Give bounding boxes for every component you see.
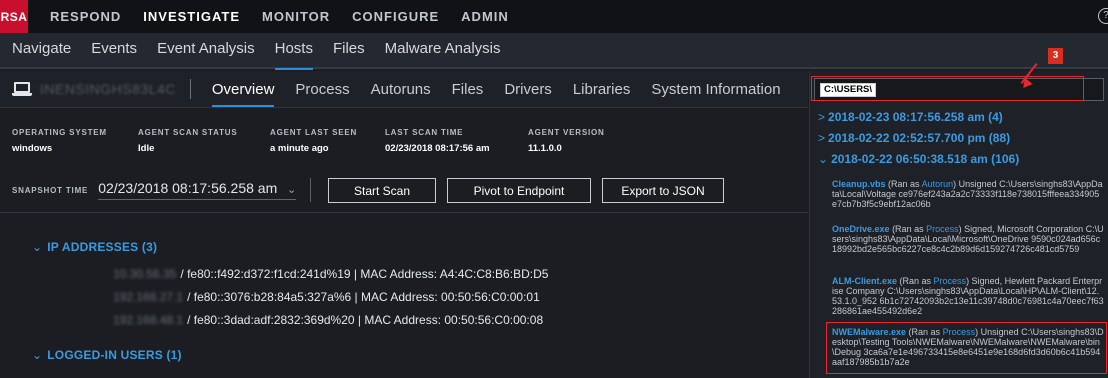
scan-status-label: AGENT SCAN STATUS bbox=[138, 128, 238, 137]
annotation-badge: 3 bbox=[1048, 48, 1063, 64]
os-field: OPERATING SYSTEM windows bbox=[12, 128, 107, 154]
tab-autoruns[interactable]: Autoruns bbox=[371, 71, 431, 108]
chevron-right-icon: > bbox=[818, 131, 826, 145]
snapshot-group-expanded[interactable]: ⌄ 2018-02-22 06:50:38.518 am (106) bbox=[818, 152, 1019, 166]
logged-in-users-header[interactable]: ⌄ LOGGED-IN USERS (1) bbox=[32, 348, 182, 362]
nav-monitor[interactable]: MONITOR bbox=[262, 9, 330, 24]
snapshot-group[interactable]: >2018-02-22 02:52:57.700 pm (88) bbox=[818, 131, 1010, 145]
nav-admin[interactable]: ADMIN bbox=[461, 9, 509, 24]
snapshot-select[interactable]: 02/23/2018 08:17:56.258 am ⌄ bbox=[98, 180, 297, 200]
entry-text: (Ran as bbox=[892, 224, 927, 234]
tab-system-information[interactable]: System Information bbox=[651, 71, 780, 108]
tab-hosts[interactable]: Hosts bbox=[274, 32, 314, 70]
file-name[interactable]: ALM-Client.exe bbox=[832, 276, 897, 286]
tab-host-files[interactable]: Files bbox=[452, 71, 484, 108]
snapshot-group-label: 2018-02-22 02:52:57.700 pm (88) bbox=[828, 131, 1011, 145]
scan-status-value: Idle bbox=[138, 143, 155, 154]
ran-as-link[interactable]: Process bbox=[926, 224, 959, 234]
list-item[interactable]: Cleanup.vbs (Ran as Autorun) Unsigned C:… bbox=[832, 179, 1104, 209]
snapshot-value: 02/23/2018 08:17:56.258 am bbox=[98, 180, 278, 196]
entry-text: (Ran as bbox=[908, 327, 943, 337]
investigate-subnav: Navigate Events Event Analysis Hosts Fil… bbox=[0, 32, 1108, 70]
ip-addresses-title: IP ADDRESSES (3) bbox=[47, 240, 158, 254]
tab-malware-analysis[interactable]: Malware Analysis bbox=[385, 32, 501, 68]
snapshot-label: SNAPSHOT TIME bbox=[12, 185, 89, 195]
version-label: AGENT VERSION bbox=[528, 128, 605, 137]
snapshot-group[interactable]: >2018-02-23 08:17:56.258 am (4) bbox=[818, 110, 1003, 124]
tab-overview[interactable]: Overview bbox=[211, 71, 274, 108]
nav-configure[interactable]: CONFIGURE bbox=[352, 9, 439, 24]
chevron-down-icon: ⌄ bbox=[286, 184, 297, 196]
last-seen-label: AGENT LAST SEEN bbox=[270, 128, 358, 137]
tab-event-analysis[interactable]: Event Analysis bbox=[157, 32, 255, 68]
ran-as-link[interactable]: Process bbox=[943, 327, 976, 337]
chevron-right-icon: > bbox=[818, 110, 826, 124]
ipv4-address: 192.168.48.1 bbox=[113, 313, 184, 327]
host-header: INENSINGHS83L4C Overview Process Autorun… bbox=[0, 71, 808, 108]
tab-navigate[interactable]: Navigate bbox=[12, 32, 71, 68]
ipv4-address: 10.30.56.35 bbox=[113, 267, 177, 281]
tab-files[interactable]: Files bbox=[333, 32, 365, 68]
last-seen-field: AGENT LAST SEEN a minute ago bbox=[270, 128, 357, 154]
search-highlight bbox=[811, 76, 1084, 101]
ip-row: 10.30.56.35/ fe80::f492:d372:f1cd:241d%1… bbox=[113, 267, 548, 281]
tab-events[interactable]: Events bbox=[91, 32, 137, 68]
ip-row-text: / fe80::f492:d372:f1cd:241d%19 | MAC Add… bbox=[180, 267, 549, 281]
scan-status-field: AGENT SCAN STATUS Idle bbox=[138, 128, 238, 154]
ran-as-link[interactable]: Process bbox=[934, 276, 967, 286]
file-name[interactable]: NWEMalware.exe bbox=[832, 327, 906, 337]
last-seen-value: a minute ago bbox=[270, 143, 329, 154]
ip-row-text: / fe80::3dad:adf:2832:369d%20 | MAC Addr… bbox=[187, 313, 544, 327]
last-scan-field: LAST SCAN TIME 02/23/2018 08:17:56 am bbox=[385, 128, 490, 154]
host-name: INENSINGHS83L4C bbox=[40, 81, 176, 97]
tab-drivers[interactable]: Drivers bbox=[504, 71, 552, 108]
entry-text: (Ran as bbox=[888, 179, 922, 189]
os-value: windows bbox=[12, 143, 53, 154]
tab-process[interactable]: Process bbox=[295, 71, 349, 108]
snapshot-group-label: 2018-02-22 06:50:38.518 am (106) bbox=[831, 152, 1020, 166]
list-item[interactable]: ALM-Client.exe (Ran as Process) Signed, … bbox=[832, 276, 1104, 316]
chevron-down-icon: ⌄ bbox=[32, 348, 43, 362]
top-nav: RSA RESPOND INVESTIGATE MONITOR CONFIGUR… bbox=[0, 0, 1108, 33]
ip-row-text: / fe80::3076:b28:84a5:327a%6 | MAC Addre… bbox=[187, 290, 540, 304]
nav-investigate[interactable]: INVESTIGATE bbox=[143, 9, 240, 24]
ip-row: 192.168.27.1/ fe80::3076:b28:84a5:327a%6… bbox=[113, 290, 540, 304]
logged-in-users-title: LOGGED-IN USERS (1) bbox=[47, 348, 182, 362]
ipv4-address: 192.168.27.1 bbox=[113, 290, 184, 304]
export-to-json-button[interactable]: Export to JSON bbox=[602, 178, 724, 203]
file-name[interactable]: Cleanup.vbs bbox=[832, 179, 886, 189]
version-value: 11.1.0.0 bbox=[528, 143, 562, 154]
ran-as-link[interactable]: Autorun bbox=[922, 179, 954, 189]
nav-respond[interactable]: RESPOND bbox=[50, 9, 121, 24]
os-label: OPERATING SYSTEM bbox=[12, 128, 107, 137]
snapshot-group-label: 2018-02-23 08:17:56.258 am (4) bbox=[828, 110, 1003, 124]
ip-addresses-header[interactable]: ⌄ IP ADDRESSES (3) bbox=[32, 240, 157, 254]
rsa-logo[interactable]: RSA bbox=[0, 0, 28, 33]
list-item[interactable]: OneDrive.exe (Ran as Process) Signed, Mi… bbox=[832, 224, 1104, 254]
start-scan-button[interactable]: Start Scan bbox=[328, 178, 436, 203]
divider bbox=[189, 79, 191, 99]
section-divider bbox=[0, 212, 808, 213]
tab-libraries[interactable]: Libraries bbox=[573, 71, 631, 108]
last-scan-label: LAST SCAN TIME bbox=[385, 128, 464, 137]
laptop-icon bbox=[12, 82, 32, 96]
help-circle-icon[interactable]: ? bbox=[1098, 8, 1108, 24]
last-scan-value: 02/23/2018 08:17:56 am bbox=[385, 143, 490, 154]
ip-row: 192.168.48.1/ fe80::3dad:adf:2832:369d%2… bbox=[113, 313, 543, 327]
chevron-down-icon: ⌄ bbox=[32, 240, 43, 254]
divider bbox=[310, 178, 312, 202]
file-name[interactable]: OneDrive.exe bbox=[832, 224, 890, 234]
pivot-to-endpoint-button[interactable]: Pivot to Endpoint bbox=[447, 178, 591, 203]
version-field: AGENT VERSION 11.1.0.0 bbox=[528, 128, 605, 154]
entry-text: (Ran as bbox=[899, 276, 934, 286]
chevron-down-icon: ⌄ bbox=[818, 152, 829, 166]
list-item[interactable]: NWEMalware.exe (Ran as Process) Unsigned… bbox=[832, 327, 1104, 367]
